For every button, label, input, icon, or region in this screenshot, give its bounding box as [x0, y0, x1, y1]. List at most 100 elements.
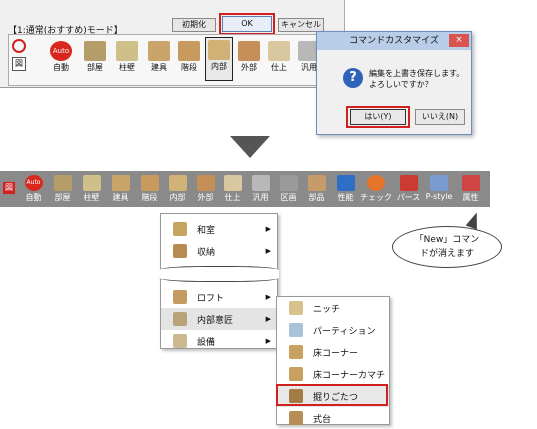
- chevron-right-icon: ▶: [265, 315, 271, 323]
- toolbar-button-zoning[interactable]: 区画: [274, 173, 303, 205]
- toolbar-button-auto[interactable]: Auto 自動: [19, 173, 48, 205]
- equipment-icon: [173, 334, 187, 348]
- stairs-icon: [178, 41, 200, 61]
- menu-item-washitsu[interactable]: 和室 ▶: [161, 218, 277, 240]
- question-icon: ?: [343, 68, 363, 88]
- submenu-item-niche[interactable]: ニッチ: [277, 297, 389, 319]
- niche-icon: [289, 301, 303, 315]
- top-button-room[interactable]: 部屋: [81, 39, 109, 79]
- submenu-item-shikidai[interactable]: 式台: [277, 407, 389, 429]
- no-button[interactable]: いいえ(N): [415, 109, 465, 125]
- top-button-interior[interactable]: 内部: [205, 37, 233, 81]
- toolbar-button-check[interactable]: チェック: [360, 173, 392, 205]
- loft-icon: [173, 290, 187, 304]
- ok-button[interactable]: OK: [222, 16, 272, 32]
- toolbar-button-label: 自動: [25, 193, 42, 202]
- submenu-item-label: 式台: [313, 414, 332, 425]
- dialog-message-line2: よろしいですか？: [369, 80, 433, 89]
- submenu-item-floor-corner-kamachi[interactable]: 床コーナーカマチ: [277, 363, 389, 385]
- yes-button[interactable]: はい(Y): [350, 109, 406, 125]
- zoning-icon: [279, 175, 298, 191]
- toolbar-button-label: 属性: [462, 193, 479, 202]
- top-button-label: 外部: [241, 63, 257, 72]
- disable-icon[interactable]: [12, 39, 26, 53]
- selection-highlight: [276, 384, 388, 406]
- customize-panel: 【1:通常(おすすめ)モード】 初期化 OK キャンセル 図 Auto 自動 部屋…: [0, 0, 345, 88]
- menu-item-label: 内部意匠: [197, 315, 234, 326]
- chevron-right-icon: ▶: [265, 225, 271, 233]
- interior-menu: 和室 ▶ 収納 ▶ ロフト ▶ 内部意匠 ▶ 設備 ▶: [159, 213, 279, 352]
- drawing-icon[interactable]: 図: [12, 57, 26, 71]
- toolbar-button-stairs[interactable]: 階段: [135, 173, 164, 205]
- toolbar-button-general[interactable]: 汎用: [246, 173, 275, 205]
- fittings-icon: [111, 175, 130, 191]
- top-button-finish[interactable]: 仕上: [265, 39, 293, 79]
- interior-design-icon: [173, 312, 187, 326]
- toolbar-button-pillar-wall[interactable]: 柱壁: [77, 173, 106, 205]
- menu-item-interior-design[interactable]: 内部意匠 ▶: [161, 308, 277, 330]
- toolbar-button-interior[interactable]: 内部: [163, 173, 192, 205]
- toolbar-button-exterior[interactable]: 外部: [191, 173, 220, 205]
- menu-item-storage[interactable]: 収納 ▶: [161, 240, 277, 262]
- top-button-label: 建具: [151, 63, 167, 72]
- toolbar-button-label: パース: [396, 193, 421, 202]
- pillar-wall-icon: [116, 41, 138, 61]
- menu-item-label: ロフト: [197, 293, 225, 304]
- close-icon[interactable]: ×: [449, 34, 469, 47]
- submenu-item-label: パーティション: [313, 326, 376, 337]
- confirm-dialog: コマンドカスタマイズ × ? 編集を上書き保存します。 よろしいですか？ はい(…: [316, 31, 472, 135]
- check-icon: [367, 175, 385, 191]
- toolbar-button-label: 仕上: [224, 193, 241, 202]
- shikidai-icon: [289, 411, 303, 425]
- toolbar-button-room[interactable]: 部屋: [48, 173, 77, 205]
- submenu-item-floor-corner[interactable]: 床コーナー: [277, 341, 389, 363]
- fittings-icon: [148, 41, 170, 61]
- toolbar-button-pstyle[interactable]: P-style: [423, 173, 455, 205]
- cancel-button[interactable]: キャンセル: [278, 18, 324, 32]
- house-icon: [399, 175, 418, 191]
- submenu-item-partition[interactable]: パーティション: [277, 319, 389, 341]
- command-palette: 図 Auto 自動 部屋 柱壁 建具 階段 内部 外部 仕上 汎用: [8, 34, 336, 86]
- toolbar-button-label: 汎用: [252, 193, 269, 202]
- interior-icon: [168, 175, 187, 191]
- omission-wave: [159, 266, 279, 282]
- top-button-stairs[interactable]: 階段: [175, 39, 203, 79]
- toolbar-button-label: 部品: [308, 193, 325, 202]
- top-button-fittings[interactable]: 建具: [145, 39, 173, 79]
- exterior-icon: [196, 175, 215, 191]
- top-button-label: 内部: [211, 62, 227, 71]
- toolbar-button-label: 内部: [169, 193, 186, 202]
- toolbar-button-label: 柱壁: [83, 193, 100, 202]
- auto-icon: Auto: [24, 175, 43, 191]
- floor-corner-kamachi-icon: [289, 367, 303, 381]
- toolbar-button-attribute[interactable]: 属性: [456, 173, 485, 205]
- floor-corner-icon: [289, 345, 303, 359]
- interior-icon: [208, 40, 230, 60]
- performance-icon: [336, 175, 355, 191]
- toolbar-button-performance[interactable]: 性能: [331, 173, 360, 205]
- pillar-wall-icon: [82, 175, 101, 191]
- dialog-message-line1: 編集を上書き保存します。: [369, 69, 465, 78]
- top-button-pillar-wall[interactable]: 柱壁: [113, 39, 141, 79]
- submenu-item-label: 床コーナーカマチ: [313, 370, 386, 381]
- menu-item-loft[interactable]: ロフト ▶: [161, 286, 277, 308]
- toolbar-button-finish[interactable]: 仕上: [218, 173, 247, 205]
- menu-item-label: 収納: [197, 247, 216, 258]
- callout-line1: 「New」コマン: [414, 235, 480, 245]
- initialize-button[interactable]: 初期化: [172, 18, 216, 32]
- top-button-exterior[interactable]: 外部: [235, 39, 263, 79]
- parts-icon: [307, 175, 326, 191]
- toolbar-button-parts[interactable]: 部品: [302, 173, 331, 205]
- callout-line2: ドが消えます: [419, 249, 474, 259]
- top-button-auto[interactable]: Auto 自動: [47, 39, 75, 79]
- washitsu-icon: [173, 222, 187, 236]
- drawing-icon[interactable]: 図: [3, 182, 15, 194]
- toolbar-button-label: 外部: [197, 193, 214, 202]
- finish-icon: [268, 41, 290, 61]
- partition-icon: [289, 323, 303, 337]
- toolbar-button-perspective[interactable]: パース: [394, 173, 423, 205]
- exterior-icon: [238, 41, 260, 61]
- toolbar-button-fittings[interactable]: 建具: [106, 173, 135, 205]
- main-toolbar: 図 Auto 自動 部屋 柱壁 建具 階段 内部 外部 仕上 汎用 区画 部品 性…: [0, 171, 490, 207]
- menu-item-equipment[interactable]: 設備 ▶: [161, 330, 277, 352]
